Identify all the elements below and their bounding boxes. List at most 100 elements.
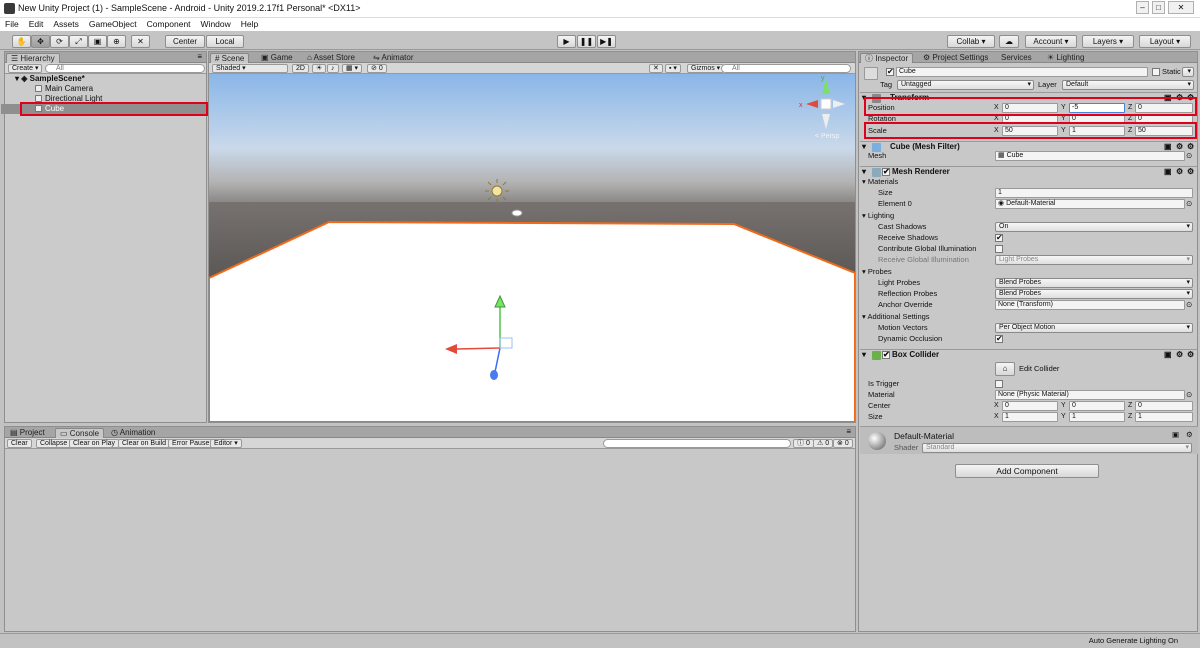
context-menu-icon[interactable]: ⚙ [1187, 350, 1194, 360]
layout-dropdown[interactable]: Layout ▾ [1139, 35, 1191, 48]
add-component-button[interactable]: Add Component [955, 464, 1099, 478]
object-picker-icon[interactable]: ⊙ [1186, 300, 1192, 310]
center-z-field[interactable]: 0 [1135, 401, 1193, 411]
scene-viewport[interactable]: y x < Persp [209, 74, 855, 422]
error-pause-button[interactable]: Error Pause [168, 439, 214, 448]
receive-shadows-checkbox[interactable] [995, 233, 1003, 242]
size-x-field[interactable]: 1 [1002, 412, 1058, 422]
menu-file[interactable]: File [0, 18, 24, 29]
plane-mesh[interactable] [209, 220, 855, 422]
context-menu-icon[interactable]: ⚙ [1187, 167, 1194, 177]
tab-console[interactable]: ▭ Console [55, 428, 105, 438]
lighting-foldout[interactable]: ▾ Lighting [862, 211, 894, 221]
light-probes-dropdown[interactable]: Blend Probes [995, 278, 1193, 288]
pivot-local-button[interactable]: Local [206, 35, 244, 48]
editor-dropdown[interactable]: Editor ▾ [210, 439, 242, 448]
tab-game[interactable]: ▣ Game [257, 53, 297, 63]
shader-dropdown[interactable]: Standard [922, 443, 1192, 453]
clear-on-build-button[interactable]: Clear on Build [118, 439, 170, 448]
dynamic-occlusion-checkbox[interactable] [995, 334, 1003, 343]
reflection-probes-dropdown[interactable]: Blend Probes [995, 289, 1193, 299]
transform-tool-icon[interactable]: ⊕ [107, 35, 126, 48]
tab-project[interactable]: ▤ Project [6, 428, 49, 438]
motion-vectors-dropdown[interactable]: Per Object Motion [995, 323, 1193, 333]
menu-help[interactable]: Help [236, 18, 263, 29]
object-picker-icon[interactable]: ⊙ [1186, 390, 1192, 400]
tab-scene[interactable]: # Scene [210, 53, 250, 63]
panel-menu-icon[interactable]: ≡ [197, 52, 202, 61]
layers-dropdown[interactable]: Layers ▾ [1082, 35, 1134, 48]
cast-shadows-dropdown[interactable]: On [995, 222, 1193, 232]
materials-size-field[interactable]: 1 [995, 188, 1193, 198]
size-z-field[interactable]: 1 [1135, 412, 1193, 422]
materials-foldout[interactable]: ▾ Materials [862, 177, 898, 187]
tab-animation[interactable]: ◷ Animation [107, 428, 159, 438]
tab-inspector[interactable]: ⓘ Inspector [860, 53, 914, 63]
probes-foldout[interactable]: ▾ Probes [862, 267, 892, 277]
panel-menu-icon[interactable]: ≡ [846, 427, 851, 436]
tab-animator[interactable]: ⇋ Animator [369, 53, 418, 63]
pivot-center-button[interactable]: Center [165, 35, 205, 48]
move-tool-icon[interactable]: ✥ [31, 35, 50, 48]
persp-label[interactable]: < Persp [815, 133, 839, 140]
preset-icon[interactable]: ⚙ [1176, 167, 1183, 177]
hidden-objects-toggle[interactable]: ⊘ 0 [367, 64, 387, 73]
collider-material-field[interactable]: None (Physic Material) [995, 390, 1185, 400]
object-picker-icon[interactable]: ⊙ [1186, 199, 1192, 209]
step-icon[interactable]: ▶❚ [597, 35, 616, 48]
tab-services[interactable]: Services [997, 53, 1036, 63]
create-dropdown[interactable]: Create ▾ [8, 64, 43, 73]
console-search-input[interactable] [603, 439, 791, 448]
rotate-tool-icon[interactable]: ⟳ [50, 35, 69, 48]
contribute-gi-checkbox[interactable] [995, 245, 1003, 253]
tab-project-settings[interactable]: ⚙ Project Settings [919, 53, 992, 63]
collapse-button[interactable]: Collapse [36, 439, 72, 448]
warning-count-toggle[interactable]: ⚠ 0 [813, 439, 834, 448]
center-x-field[interactable]: 0 [1002, 401, 1058, 411]
account-dropdown[interactable]: Account ▾ [1025, 35, 1077, 48]
foldout-arrow-icon[interactable]: ▾ [862, 142, 866, 152]
clear-button[interactable]: Clear [7, 439, 32, 448]
object-name-field[interactable]: Cube [896, 67, 1148, 77]
help-icon[interactable]: ▣ [1172, 430, 1179, 440]
help-icon[interactable]: ▣ [1164, 350, 1172, 360]
box-collider-header[interactable]: ▾ Box Collider ▣ ⚙ ⚙ [860, 349, 1198, 360]
scene-root-row[interactable]: ▾ ◈ SampleScene* [5, 74, 210, 84]
shading-mode-dropdown[interactable]: Shaded ▾ [212, 64, 288, 73]
active-checkbox[interactable] [886, 67, 894, 76]
menu-edit[interactable]: Edit [24, 18, 49, 29]
hand-tool-icon[interactable]: ✋ [12, 35, 31, 48]
collab-button[interactable]: Collab ▾ [947, 35, 995, 48]
foldout-arrow-icon[interactable]: ▾ [862, 167, 866, 177]
log-count-toggle[interactable]: ⓘ 0 [793, 439, 814, 448]
tools-icon[interactable]: ✕ [649, 64, 663, 73]
is-trigger-checkbox[interactable] [995, 380, 1003, 388]
scale-tool-icon[interactable]: ⤢ [69, 35, 88, 48]
menu-component[interactable]: Component [142, 18, 196, 29]
2d-toggle[interactable]: 2D [292, 64, 309, 73]
help-icon[interactable]: ▣ [1164, 167, 1172, 177]
preset-icon[interactable]: ⚙ [1176, 350, 1183, 360]
context-menu-icon[interactable]: ⚙ [1186, 430, 1193, 440]
object-picker-icon[interactable]: ⊙ [1186, 151, 1192, 161]
close-icon[interactable]: ✕ [1168, 1, 1194, 14]
mesh-renderer-enabled-checkbox[interactable] [882, 167, 890, 177]
additional-settings-foldout[interactable]: ▾ Additional Settings [862, 312, 930, 322]
minimize-icon[interactable]: – [1136, 1, 1149, 14]
cloud-icon[interactable]: ☁ [999, 35, 1019, 48]
center-y-field[interactable]: 0 [1069, 401, 1125, 411]
edit-collider-icon[interactable]: ⌂ [995, 362, 1015, 376]
hierarchy-search-input[interactable]: All [45, 64, 205, 73]
maximize-icon[interactable]: □ [1152, 1, 1165, 14]
clear-on-play-button[interactable]: Clear on Play [69, 439, 120, 448]
error-count-toggle[interactable]: ⊗ 0 [833, 439, 853, 448]
foldout-arrow-icon[interactable]: ▾ [862, 350, 866, 360]
pause-icon[interactable]: ❚❚ [577, 35, 596, 48]
audio-toggle-icon[interactable]: ♪ [327, 64, 339, 73]
box-collider-enabled-checkbox[interactable] [882, 350, 890, 360]
material-section[interactable]: Default-Material Shader Standard ▣ ⚙ [860, 426, 1198, 454]
static-checkbox[interactable] [1152, 68, 1160, 76]
camera-settings-icon[interactable]: ▪ ▾ [665, 64, 681, 73]
scene-search-input[interactable]: All [721, 64, 851, 73]
tab-lighting[interactable]: ☀ Lighting [1043, 53, 1088, 63]
